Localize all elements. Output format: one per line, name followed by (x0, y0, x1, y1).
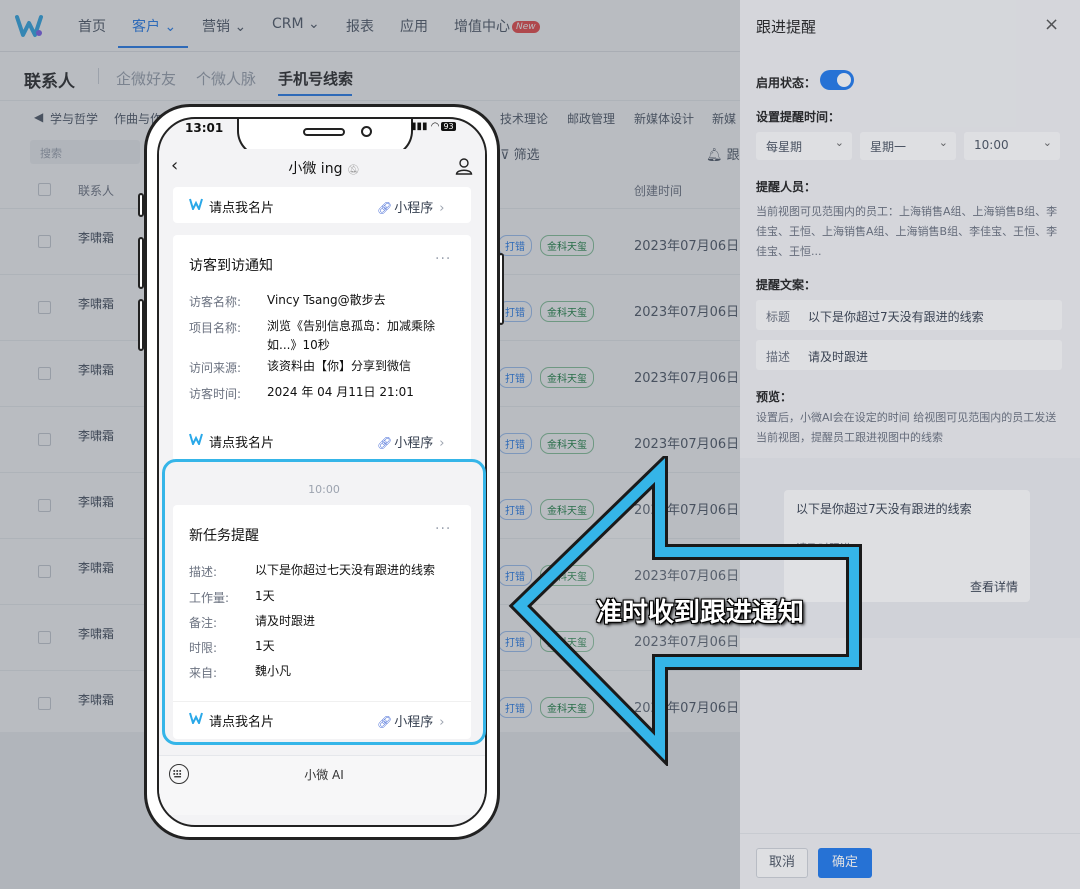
visit-time-label: 访客时间: (189, 387, 242, 401)
phone-side-button (138, 237, 144, 289)
project-name-value: 浏览《告别信息孤岛：加减乘除如...》10秒 (267, 319, 436, 352)
card-title: 访客到访通知 (189, 258, 273, 274)
callout-text: 准时收到跟进通知 (596, 598, 805, 628)
status-icons: ▮▮▮ ◠ 93 (411, 121, 456, 132)
name-card-label: 请点我名片 (209, 436, 275, 451)
name-card-label: 请点我名片 (209, 201, 275, 216)
visitor-name-value: Vincy Tsang@散步去 (267, 293, 386, 307)
phone-side-button (138, 193, 144, 217)
highlight-frame (162, 459, 486, 745)
link-icon: 🔗︎ (377, 201, 393, 215)
chat-header: ‹ 小微 ing 🔕︎ (159, 149, 485, 185)
visit-notification-card[interactable]: 访客到访通知 ··· 访客名称: Vincy Tsang@散步去 项目名称: 浏… (173, 235, 471, 461)
wifi-icon: ◠ (430, 121, 440, 132)
visit-time-value: 2024 年 04 月11日 21:01 (267, 385, 414, 399)
mini-program-link[interactable]: 🔗︎ 小程序 › (377, 432, 444, 451)
card-footer: 请点我名片 🔗︎ 小程序 › (173, 188, 471, 222)
app-logo-icon (189, 198, 203, 210)
battery-icon: 93 (441, 122, 456, 131)
project-name-label: 项目名称: (189, 321, 242, 335)
chat-bottom-bar: 小微 AI (159, 755, 485, 815)
camera-icon (361, 126, 372, 137)
chat-title: 小微 ing 🔕︎ (288, 161, 360, 177)
signal-icon: ▮▮▮ (411, 121, 428, 132)
app-logo-icon (189, 433, 203, 445)
link-icon: 🔗︎ (377, 436, 393, 450)
visit-source-label: 访问来源: (189, 361, 242, 375)
visit-source-value: 该资料由【你】分享到微信 (267, 359, 412, 373)
mini-program-link[interactable]: 🔗︎ 小程序 › (377, 197, 444, 216)
user-profile-icon[interactable] (455, 157, 473, 175)
speaker-icon (303, 128, 345, 136)
phone-side-button (498, 253, 504, 325)
chevron-right-icon: › (439, 436, 445, 451)
bottom-menu-label[interactable]: 小微 AI (159, 766, 485, 783)
chevron-right-icon: › (439, 201, 445, 216)
name-card-message[interactable]: 请点我名片 🔗︎ 小程序 › (173, 187, 471, 223)
more-icon[interactable]: ··· (435, 251, 451, 267)
visitor-name-label: 访客名称: (189, 295, 242, 309)
card-footer: 请点我名片 🔗︎ 小程序 › (173, 423, 471, 457)
status-time: 13:01 (185, 121, 224, 135)
mute-bell-icon: 🔕︎ (346, 165, 360, 176)
phone-side-button (138, 299, 144, 351)
